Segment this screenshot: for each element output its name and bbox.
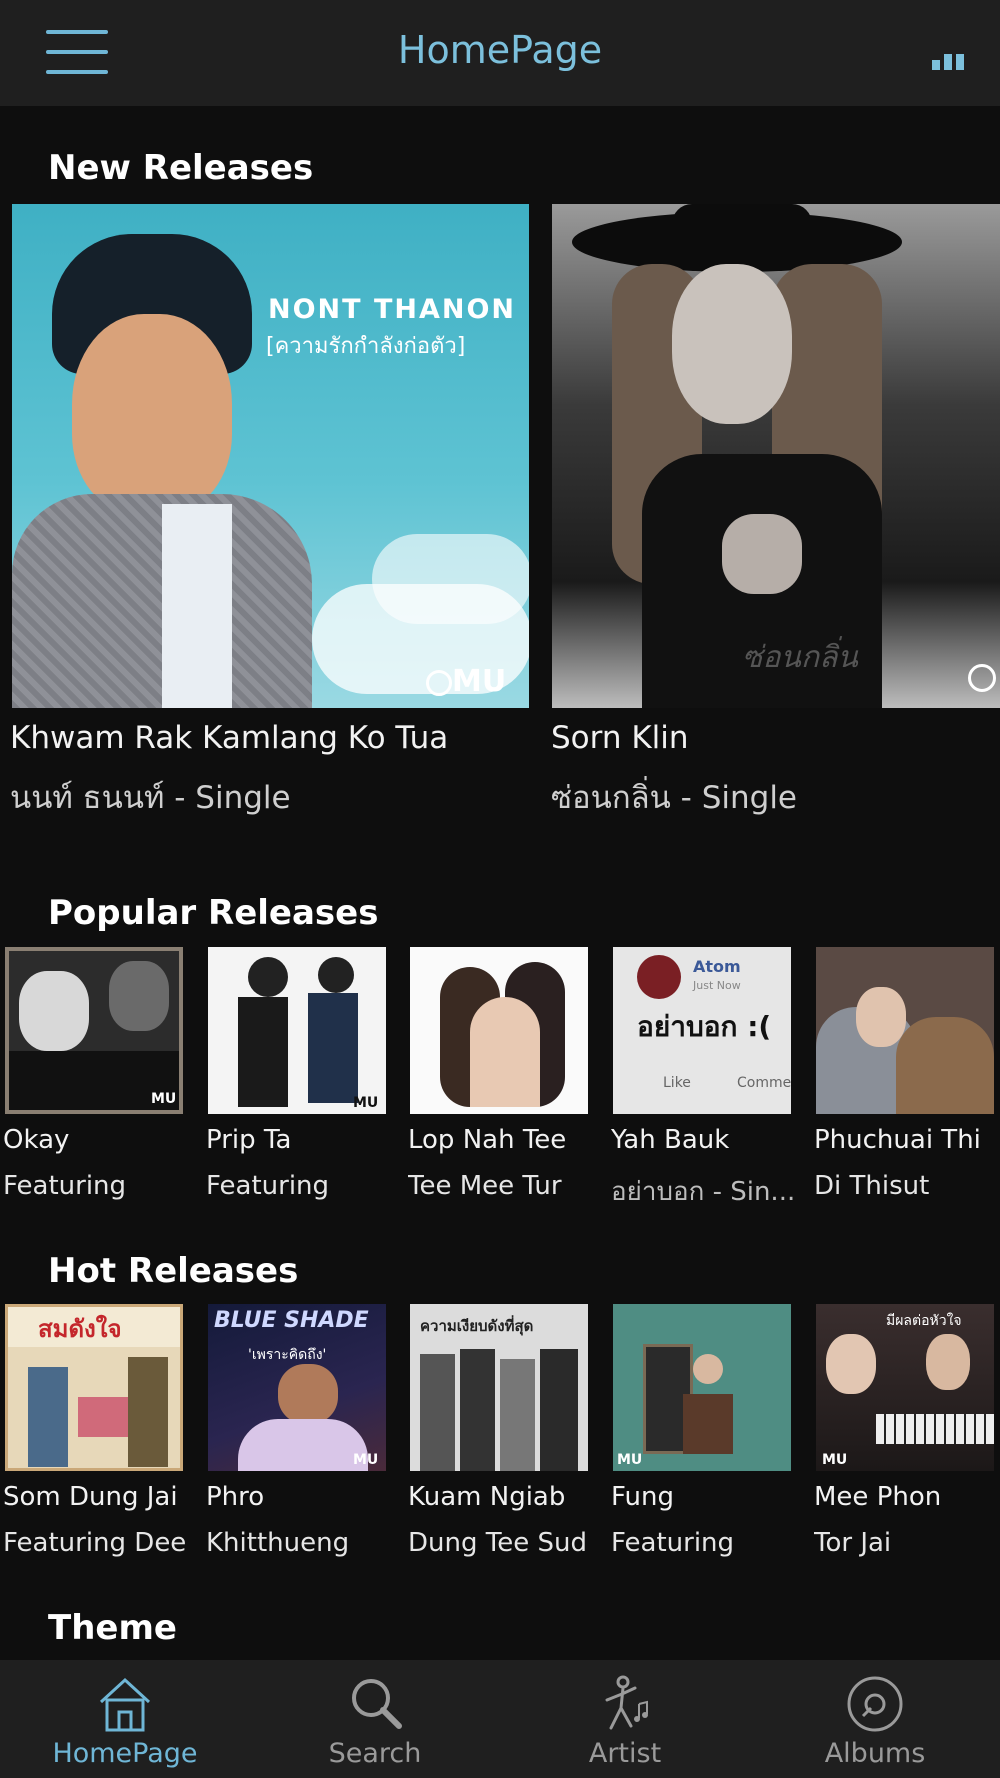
release-subtitle: Featuring Dee bbox=[3, 1528, 187, 1558]
tab-homepage[interactable]: HomePage bbox=[0, 1660, 250, 1778]
post-author: Atom bbox=[693, 957, 741, 976]
release-subtitle: Khitthueng bbox=[206, 1528, 350, 1558]
top-bar: HomePage bbox=[0, 0, 1000, 106]
album-cover-lop-nah-tee[interactable] bbox=[410, 947, 588, 1114]
mu-logo-badge: MU bbox=[353, 1452, 379, 1468]
search-icon bbox=[352, 1679, 402, 1729]
cover-title: ความเงียบดังที่สุด bbox=[420, 1317, 534, 1335]
section-title-theme: Theme bbox=[48, 1608, 177, 1648]
release-subtitle: Featuring bbox=[206, 1171, 330, 1201]
cover-artist-heading: NONT THANON bbox=[268, 294, 517, 325]
album-cover-som-dung-jai[interactable]: สมดังใจ bbox=[5, 1304, 183, 1471]
mu-logo-badge: MU bbox=[822, 1452, 848, 1468]
release-subtitle: Featuring bbox=[611, 1528, 735, 1558]
release-subtitle: Tee Mee Tur bbox=[408, 1171, 562, 1201]
cover-title: BLUE SHADE bbox=[214, 1308, 369, 1333]
section-title-new-releases: New Releases bbox=[48, 148, 314, 188]
bottom-tab-bar: HomePage Search Artist Albums bbox=[0, 1660, 1000, 1778]
release-subtitle: Featuring bbox=[3, 1171, 127, 1201]
release-title[interactable]: Som Dung Jai bbox=[3, 1482, 193, 1512]
post-time: Just Now bbox=[693, 979, 741, 992]
avatar bbox=[637, 955, 681, 999]
album-cover-fung[interactable]: MU bbox=[613, 1304, 791, 1471]
release-subtitle: Tor Jai bbox=[814, 1528, 892, 1558]
release-title[interactable]: Phuchuai Thi bbox=[814, 1125, 1000, 1155]
equalizer-icon[interactable] bbox=[932, 50, 964, 70]
mu-logo-badge: MU bbox=[617, 1452, 643, 1468]
mu-logo-badge: MU bbox=[151, 1091, 177, 1107]
artist-icon bbox=[605, 1675, 648, 1730]
albums-icon bbox=[847, 1676, 903, 1732]
album-cover-phro[interactable]: BLUE SHADE 'เพราะคิดถึง' MU bbox=[208, 1304, 386, 1471]
release-title[interactable]: Mee Phon bbox=[814, 1482, 1000, 1512]
album-cover-phuchuai-thi[interactable] bbox=[816, 947, 994, 1114]
release-subtitle: นนท์ ธนนท์ - Single bbox=[10, 780, 291, 816]
album-cover-yah-bauk[interactable]: Atom Just Now อย่าบอก :( Like Comme bbox=[613, 947, 791, 1114]
album-cover-khwam-rak[interactable]: NONT THANON [ความรักกำลังก่อตัว] MU bbox=[12, 204, 529, 708]
cover-song-subtitle: [ความรักกำลังก่อตัว] bbox=[266, 334, 466, 359]
mu-logo-badge: MU bbox=[353, 1095, 379, 1111]
page-title: HomePage bbox=[397, 28, 603, 72]
release-title[interactable]: Kuam Ngiab bbox=[408, 1482, 598, 1512]
tab-artist[interactable]: Artist bbox=[500, 1660, 750, 1778]
release-subtitle: Dung Tee Sud bbox=[408, 1528, 587, 1558]
album-cover-okay[interactable]: MU bbox=[5, 947, 183, 1114]
cover-title: มีผลต่อหัวใจ bbox=[886, 1313, 962, 1329]
tab-label: Search bbox=[328, 1738, 422, 1769]
release-title[interactable]: Lop Nah Tee bbox=[408, 1125, 598, 1155]
home-icon bbox=[99, 1677, 151, 1732]
mu-logo-badge: MU bbox=[452, 664, 507, 699]
release-subtitle: ซ่อนกลิ่น - Single bbox=[551, 780, 798, 816]
release-title[interactable]: Khwam Rak Kamlang Ko Tua bbox=[10, 720, 530, 756]
cover-title: สมดังใจ bbox=[38, 1315, 122, 1343]
section-title-popular-releases: Popular Releases bbox=[48, 893, 379, 933]
like-label: Like bbox=[663, 1075, 691, 1091]
album-cover-mee-phon[interactable]: มีผลต่อหัวใจ MU bbox=[816, 1304, 994, 1471]
release-title[interactable]: Phro bbox=[206, 1482, 396, 1512]
tab-label: Albums bbox=[824, 1738, 926, 1769]
album-cover-sorn-klin[interactable]: ซ่อนกลิ่น bbox=[552, 204, 1000, 708]
tab-label: HomePage bbox=[52, 1738, 198, 1769]
release-title[interactable]: Yah Bauk bbox=[611, 1125, 801, 1155]
play-circle-icon bbox=[968, 664, 996, 692]
tab-label: Artist bbox=[588, 1738, 662, 1769]
release-title[interactable]: Sorn Klin bbox=[551, 720, 1000, 756]
tab-search[interactable]: Search bbox=[250, 1660, 500, 1778]
release-title[interactable]: Okay bbox=[3, 1125, 193, 1155]
release-title[interactable]: Fung bbox=[611, 1482, 801, 1512]
album-cover-prip-ta[interactable]: MU bbox=[208, 947, 386, 1114]
release-title[interactable]: Prip Ta bbox=[206, 1125, 396, 1155]
post-text: อย่าบอก :( bbox=[637, 1010, 772, 1043]
cover-subtitle: 'เพราะคิดถึง' bbox=[248, 1347, 327, 1363]
comment-label: Comme bbox=[737, 1075, 791, 1091]
tab-albums[interactable]: Albums bbox=[750, 1660, 1000, 1778]
release-subtitle: Di Thisut bbox=[814, 1171, 930, 1201]
album-cover-kuam-ngiab[interactable]: ความเงียบดังที่สุด bbox=[410, 1304, 588, 1471]
release-subtitle: อย่าบอก - Sin... bbox=[611, 1177, 796, 1207]
play-circle-icon bbox=[426, 670, 452, 696]
section-title-hot-releases: Hot Releases bbox=[48, 1251, 299, 1291]
cover-script-title: ซ่อนกลิ่น bbox=[742, 640, 858, 675]
